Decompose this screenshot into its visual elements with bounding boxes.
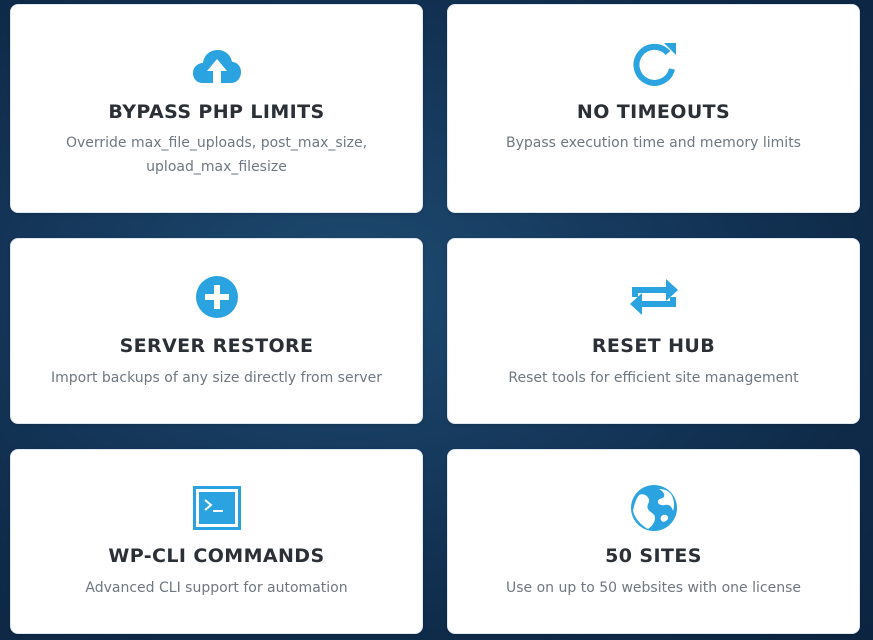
feature-title: WP-CLI COMMANDS bbox=[108, 545, 325, 567]
feature-title: RESET HUB bbox=[591, 335, 716, 357]
feature-title: SERVER RESTORE bbox=[119, 335, 314, 357]
globe-icon bbox=[628, 482, 680, 534]
feature-description: Override max_file_uploads, post_max_size… bbox=[65, 135, 368, 175]
feature-description: Import backups of any size directly from… bbox=[51, 370, 382, 386]
feature-card-50-sites: 50 SITES Use on up to 50 websites with o… bbox=[447, 449, 860, 634]
feature-description: Use on up to 50 websites with one licens… bbox=[506, 580, 801, 596]
feature-card-server-restore: SERVER RESTORE Import backups of any siz… bbox=[10, 238, 423, 424]
feature-card-bypass-php-limits: BYPASS PHP LIMITS Override max_file_uplo… bbox=[10, 4, 423, 213]
features-page: { "colors": { "accent": "#2aa3e0", "titl… bbox=[0, 0, 873, 640]
feature-description: Advanced CLI support for automation bbox=[85, 580, 348, 596]
feature-description: Reset tools for efficient site managemen… bbox=[508, 370, 799, 386]
feature-title: 50 SITES bbox=[605, 545, 702, 567]
cloud-upload-icon bbox=[191, 41, 243, 93]
refresh-icon bbox=[628, 39, 680, 91]
feature-card-no-timeouts: NO TIMEOUTS Bypass execution time and me… bbox=[447, 4, 860, 213]
plus-circle-icon bbox=[191, 271, 243, 323]
repeat-arrows-icon bbox=[628, 271, 680, 323]
feature-title: NO TIMEOUTS bbox=[576, 101, 731, 123]
feature-title: BYPASS PHP LIMITS bbox=[108, 101, 325, 123]
feature-card-wp-cli-commands: WP-CLI COMMANDS Advanced CLI support for… bbox=[10, 449, 423, 634]
feature-card-reset-hub: RESET HUB Reset tools for efficient site… bbox=[447, 238, 860, 424]
terminal-icon bbox=[191, 482, 243, 534]
feature-description: Bypass execution time and memory limits bbox=[506, 135, 801, 151]
